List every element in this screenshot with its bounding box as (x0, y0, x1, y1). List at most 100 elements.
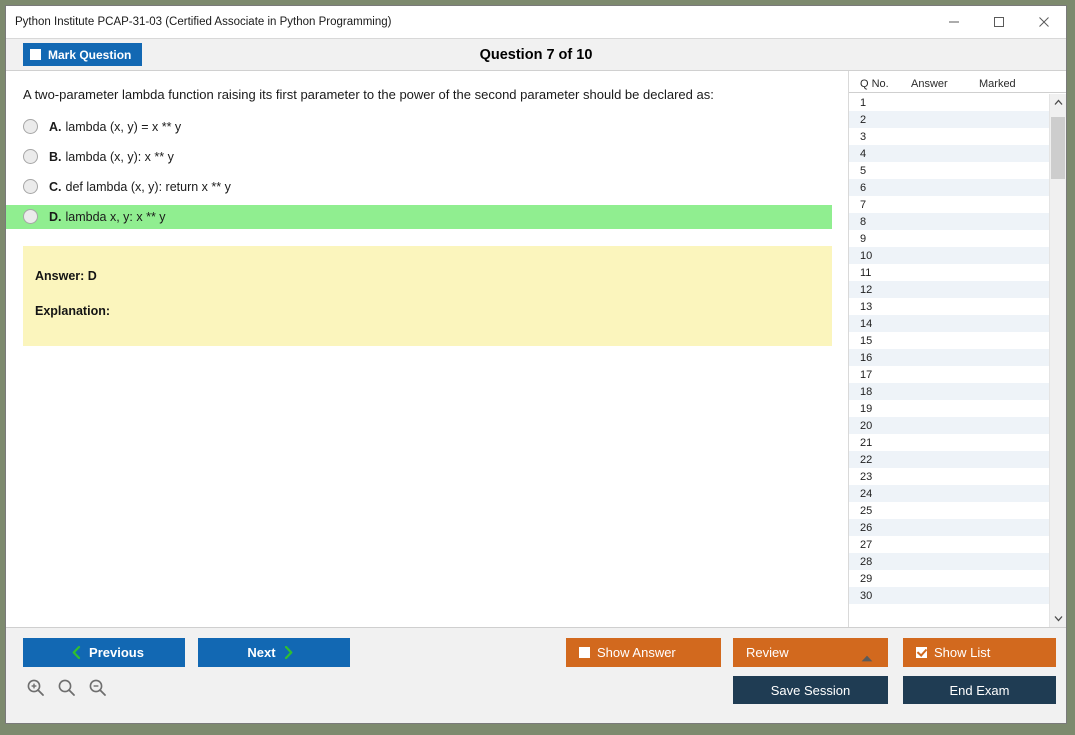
scroll-down-icon[interactable] (1050, 610, 1066, 627)
question-list-scrollbar[interactable] (1049, 94, 1066, 627)
body-split: A two-parameter lambda function raising … (6, 71, 1066, 627)
question-list-row[interactable]: 27 (849, 536, 1049, 553)
show-answer-button[interactable]: Show Answer (566, 638, 721, 667)
question-list-row[interactable]: 10 (849, 247, 1049, 264)
column-header-marked: Marked (979, 77, 1016, 90)
question-counter: Question 7 of 10 (479, 46, 593, 63)
question-list-row[interactable]: 12 (849, 281, 1049, 298)
question-list-row[interactable]: 8 (849, 213, 1049, 230)
question-row-number: 29 (860, 572, 873, 585)
previous-button[interactable]: Previous (23, 638, 185, 667)
question-row-number: 3 (860, 130, 867, 143)
end-exam-label: End Exam (949, 682, 1010, 698)
next-label: Next (247, 645, 276, 660)
scrollbar-thumb[interactable] (1051, 117, 1065, 179)
review-dropdown[interactable]: Review (733, 638, 888, 667)
question-row-number: 8 (860, 215, 867, 228)
question-row-number: 7 (860, 198, 867, 211)
chevron-right-icon (284, 646, 293, 659)
zoom-in-icon[interactable] (26, 678, 45, 697)
question-row-number: 5 (860, 164, 867, 177)
question-row-number: 27 (860, 538, 873, 551)
window-controls (931, 6, 1066, 38)
question-list-row[interactable]: 29 (849, 570, 1049, 587)
question-row-number: 14 (860, 317, 873, 330)
scrollbar-track[interactable] (1050, 111, 1066, 610)
question-list-row[interactable]: 7 (849, 196, 1049, 213)
explanation-line: Explanation: (35, 303, 111, 318)
question-list-row[interactable]: 23 (849, 468, 1049, 485)
chevron-left-icon (72, 646, 81, 659)
close-icon[interactable] (1021, 6, 1066, 37)
question-list-row[interactable]: 20 (849, 417, 1049, 434)
question-list-row[interactable]: 22 (849, 451, 1049, 468)
footer-toolbar: Previous Next Show Answer Review Show Li… (6, 627, 1066, 723)
option-text: lambda (x, y) = x ** y (65, 119, 182, 134)
scroll-up-icon[interactable] (1050, 94, 1066, 111)
show-list-label: Show List (934, 645, 991, 660)
option-letter: B. (49, 149, 62, 164)
answer-line: Answer: D (35, 268, 97, 283)
question-row-number: 30 (860, 589, 873, 602)
zoom-tools (26, 678, 107, 697)
question-list-row[interactable]: 25 (849, 502, 1049, 519)
question-row-number: 23 (860, 470, 873, 483)
question-list-row[interactable]: 15 (849, 332, 1049, 349)
question-list-row[interactable]: 17 (849, 366, 1049, 383)
question-list-row[interactable]: 30 (849, 587, 1049, 604)
zoom-out-icon[interactable] (88, 678, 107, 697)
previous-label: Previous (89, 645, 144, 660)
show-answer-label: Show Answer (597, 645, 676, 660)
answer-explanation-box: Answer: D Explanation: (23, 245, 832, 346)
question-row-number: 2 (860, 113, 867, 126)
option-row[interactable]: B. lambda (x, y): x ** y (6, 145, 848, 169)
mark-question-checkbox-icon (30, 49, 41, 60)
question-list-row[interactable]: 4 (849, 145, 1049, 162)
question-list-row[interactable]: 9 (849, 230, 1049, 247)
option-letter: D. (49, 209, 62, 224)
option-row[interactable]: C. def lambda (x, y): return x ** y (6, 175, 848, 199)
question-row-number: 11 (860, 266, 872, 279)
question-list-row[interactable]: 2 (849, 111, 1049, 128)
question-list-panel: Q No. Answer Marked 1 2 3 4 5 6 7 8 9 10 11 12 13 14 1… (849, 71, 1066, 627)
save-session-label: Save Session (770, 682, 851, 698)
question-row-number: 4 (860, 147, 867, 160)
question-list-row[interactable]: 21 (849, 434, 1049, 451)
question-row-number: 22 (860, 453, 873, 466)
question-row-number: 24 (860, 487, 873, 500)
question-list-row[interactable]: 28 (849, 553, 1049, 570)
maximize-icon[interactable] (976, 6, 1021, 37)
question-list-row[interactable]: 6 (849, 179, 1049, 196)
question-row-number: 6 (860, 181, 867, 194)
next-button[interactable]: Next (198, 638, 350, 667)
radio-button-icon[interactable] (23, 119, 38, 135)
column-header-qno: Q No. (860, 77, 889, 90)
radio-button-icon[interactable] (23, 149, 38, 165)
question-list-row[interactable]: 3 (849, 128, 1049, 145)
question-list-row[interactable]: 24 (849, 485, 1049, 502)
radio-button-icon[interactable] (23, 179, 38, 195)
question-list-row[interactable]: 13 (849, 298, 1049, 315)
question-list-rows: 1 2 3 4 5 6 7 8 9 10 11 12 13 14 15 16 17 18 19 20 21 22 23 24 2… (849, 94, 1049, 627)
question-row-number: 10 (860, 249, 873, 262)
question-list-row[interactable]: 11 (849, 264, 1049, 281)
question-list-row[interactable]: 14 (849, 315, 1049, 332)
option-row[interactable]: D. lambda x, y: x ** y (6, 204, 832, 229)
save-session-button[interactable]: Save Session (733, 676, 888, 704)
show-list-button[interactable]: Show List (903, 638, 1056, 667)
question-list-row[interactable]: 18 (849, 383, 1049, 400)
option-row[interactable]: A. lambda (x, y) = x ** y (6, 115, 848, 139)
question-list-row[interactable]: 1 (849, 94, 1049, 111)
zoom-reset-icon[interactable] (57, 678, 76, 697)
question-list-scroll-area: 1 2 3 4 5 6 7 8 9 10 11 12 13 14 15 16 17 18 19 20 21 22 23 24 2… (849, 93, 1066, 627)
question-list-row[interactable]: 16 (849, 349, 1049, 366)
question-list-row[interactable]: 5 (849, 162, 1049, 179)
question-row-number: 20 (860, 419, 873, 432)
question-row-number: 1 (860, 96, 867, 109)
radio-button-icon[interactable] (23, 209, 38, 225)
question-list-row[interactable]: 19 (849, 400, 1049, 417)
question-list-row[interactable]: 26 (849, 519, 1049, 536)
mark-question-button[interactable]: Mark Question (23, 43, 143, 66)
minimize-icon[interactable] (931, 6, 976, 37)
end-exam-button[interactable]: End Exam (903, 676, 1056, 704)
